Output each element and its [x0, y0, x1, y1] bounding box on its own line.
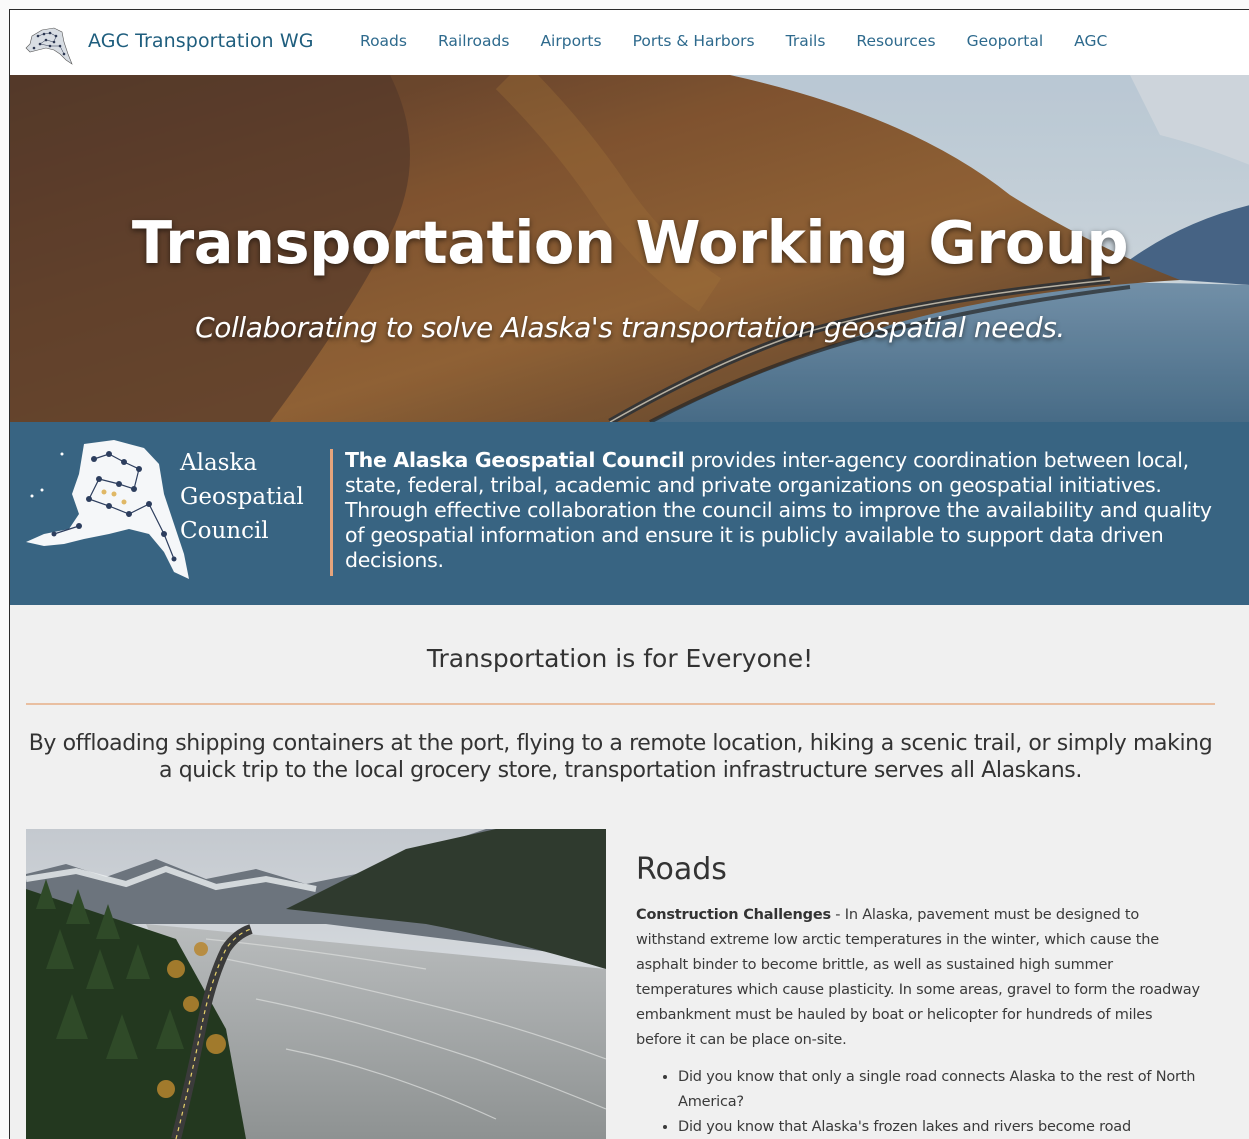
council-description: The Alaska Geospatial Council provides i… — [345, 448, 1225, 573]
nav-ports-harbors[interactable]: Ports & Harbors — [633, 32, 755, 50]
list-item: Did you know that Alaska's frozen lakes … — [678, 1115, 1218, 1139]
section-heading: Transportation is for Everyone! — [426, 644, 814, 673]
nav-resources[interactable]: Resources — [856, 32, 935, 50]
intro-text: By offloading shipping containers at the… — [28, 731, 1213, 783]
nav-agc[interactable]: AGC — [1074, 32, 1107, 50]
roads-photo — [26, 829, 606, 1139]
hero-subtitle: Collaborating to solve Alaska's transpor… — [195, 311, 1065, 344]
site-title[interactable]: AGC Transportation WG — [88, 30, 314, 52]
hero-title: Transportation Working Group — [131, 208, 1129, 277]
nav-trails[interactable]: Trails — [786, 32, 826, 50]
nav-airports[interactable]: Airports — [540, 32, 601, 50]
roads-lead: Construction Challenges — [636, 907, 831, 923]
roads-text: - In Alaska, pavement must be designed t… — [636, 907, 1200, 1048]
roads-title: Roads — [636, 852, 727, 887]
council-banner: Alaska Geospatial Council The Alaska Geo… — [10, 422, 1249, 605]
nav-roads[interactable]: Roads — [360, 32, 407, 50]
main-nav: Roads Railroads Airports Ports & Harbors… — [360, 32, 1138, 50]
list-item: Did you know that only a single road con… — [678, 1065, 1218, 1115]
roads-facts-list: Did you know that only a single road con… — [658, 1065, 1218, 1139]
council-name-line: Geospatial — [180, 484, 304, 510]
council-name-line: Council — [180, 518, 269, 544]
alaska-map-logo-icon — [26, 440, 189, 579]
nav-geoportal[interactable]: Geoportal — [967, 32, 1044, 50]
council-description-lead: The Alaska Geospatial Council — [345, 448, 685, 472]
hero-banner: Transportation Working Group Collaborati… — [10, 75, 1249, 422]
browser-page: AGC Transportation WG Roads Railroads Ai… — [9, 9, 1249, 1139]
divider — [26, 703, 1215, 705]
page-background — [0, 0, 1249, 9]
divider — [330, 449, 333, 576]
council-name-line: Alaska — [180, 450, 258, 476]
nav-railroads[interactable]: Railroads — [438, 32, 509, 50]
roads-body: Construction Challenges - In Alaska, pav… — [636, 903, 1201, 1053]
site-header: AGC Transportation WG Roads Railroads Ai… — [10, 10, 1249, 75]
page-background-left — [0, 0, 9, 1138]
council-name: Alaska Geospatial Council — [180, 446, 304, 548]
alaska-logo-icon[interactable] — [24, 24, 74, 66]
